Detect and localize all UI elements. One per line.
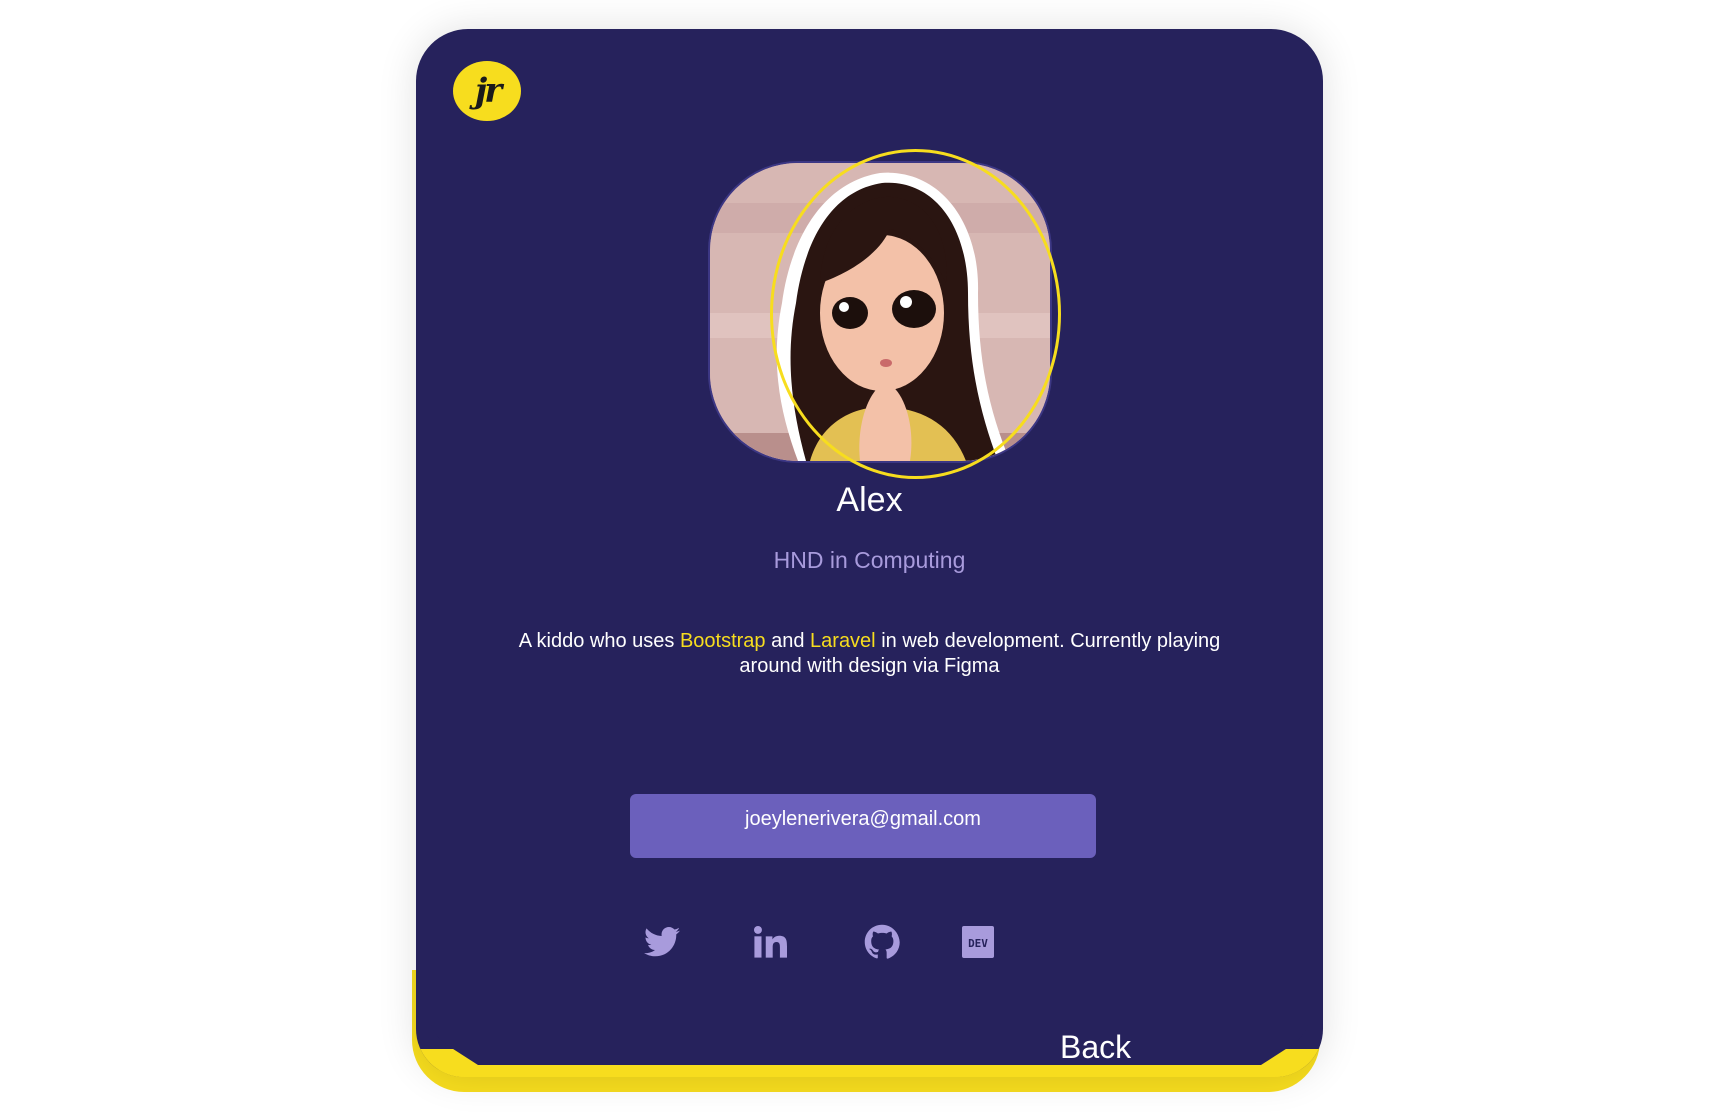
profile-name: Alex	[836, 481, 903, 519]
dev-icon-text: DEV	[968, 937, 988, 950]
github-icon	[864, 924, 900, 959]
bio-text-2: and	[765, 630, 811, 652]
avatar	[692, 119, 1068, 479]
bio-text-1: A kiddo who uses	[518, 630, 680, 652]
logo-text: jr	[474, 71, 502, 111]
linkedin-link[interactable]	[750, 922, 790, 962]
profile-degree: HND in Computing	[773, 547, 966, 573]
profile-card: jr Alex HND in Computing A kiddo who use…	[416, 29, 1323, 1077]
page: jr Alex HND in Computing A kiddo who use…	[0, 0, 1728, 1117]
email-button[interactable]: joeylenerivera@gmail.com	[630, 794, 1096, 858]
dev-link[interactable]: DEV	[958, 922, 998, 962]
twitter-icon	[644, 927, 680, 957]
card-bottom-shape	[416, 967, 1323, 1077]
github-link[interactable]	[862, 922, 902, 962]
brand-logo[interactable]: jr	[453, 61, 521, 121]
bio-highlight-bootstrap: Bootstrap	[679, 630, 766, 652]
back-button[interactable]: Back	[1060, 1029, 1131, 1066]
bio-highlight-laravel: Laravel	[810, 630, 876, 652]
twitter-link[interactable]	[642, 922, 682, 962]
dev-icon: DEV	[962, 926, 994, 958]
social-links: DEV	[416, 922, 1323, 968]
linkedin-icon	[753, 925, 787, 958]
profile-bio: A kiddo who uses Bootstrap and Laravel i…	[516, 629, 1223, 679]
avatar-ring	[770, 149, 1061, 479]
